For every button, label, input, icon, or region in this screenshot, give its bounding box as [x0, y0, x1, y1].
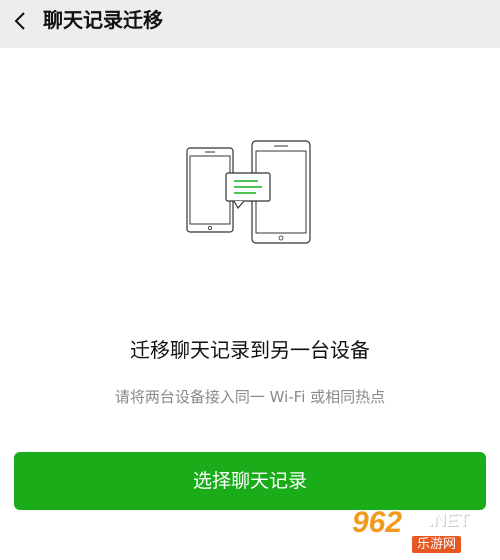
watermark-tag: 乐游网	[412, 536, 462, 553]
page-title: 聊天记录迁移	[43, 8, 163, 32]
devices-transfer-icon	[186, 140, 311, 244]
migration-hint: 请将两台设备接入同一 Wi-Fi 或相同热点	[114, 388, 386, 406]
chevron-left-icon	[14, 12, 25, 30]
site-watermark: 962 .NET 乐游网	[352, 506, 492, 556]
navigation-bar: 聊天记录迁移	[0, 0, 500, 48]
watermark-logo: 962	[352, 506, 403, 539]
watermark-suffix: .NET	[428, 510, 470, 530]
back-button[interactable]	[6, 6, 36, 36]
select-chat-history-button[interactable]: 选择聊天记录	[14, 452, 486, 510]
migration-title: 迁移聊天记录到另一台设备	[130, 338, 370, 362]
